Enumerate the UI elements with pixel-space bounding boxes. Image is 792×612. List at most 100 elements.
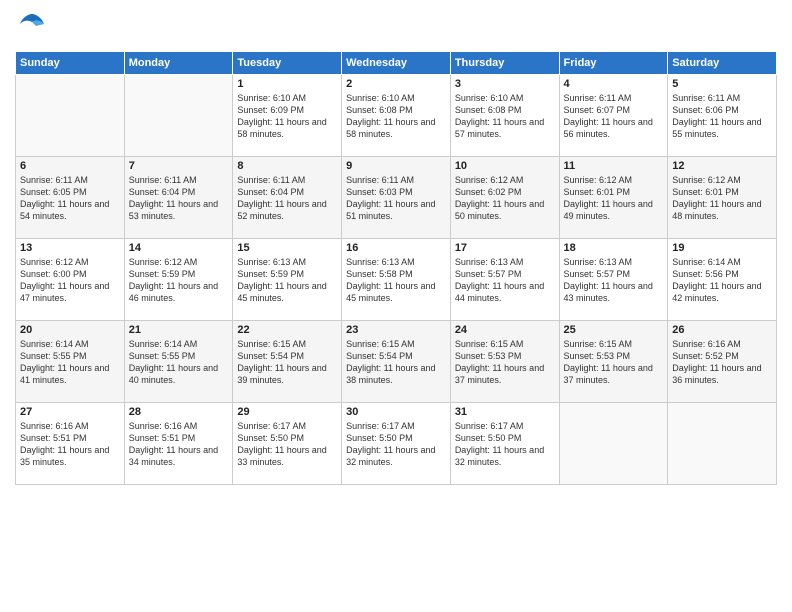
day-number: 29: [237, 406, 337, 418]
day-cell: 8 Sunrise: 6:11 AM Sunset: 6:04 PM Daylig…: [233, 157, 342, 239]
day-number: 14: [129, 242, 229, 254]
day-cell: 24Sunrise: 6:15 AM Sunset: 5:53 PM Dayli…: [450, 321, 559, 403]
day-cell: [124, 75, 233, 157]
day-number: 12: [672, 160, 772, 172]
day-info: Sunrise: 6:12 AM Sunset: 6:02 PM Dayligh…: [455, 174, 555, 223]
day-cell: 7 Sunrise: 6:11 AM Sunset: 6:04 PM Daylig…: [124, 157, 233, 239]
day-number: 19: [672, 242, 772, 254]
week-row-2: 6Sunrise: 6:11 AM Sunset: 6:05 PM Daylig…: [16, 157, 777, 239]
weekday-header-saturday: Saturday: [668, 52, 777, 75]
weekday-header-tuesday: Tuesday: [233, 52, 342, 75]
day-info: Sunrise: 6:15 AM Sunset: 5:54 PM Dayligh…: [346, 338, 446, 387]
day-info: Sunrise: 6:15 AM Sunset: 5:53 PM Dayligh…: [564, 338, 664, 387]
day-number: 20: [20, 324, 120, 336]
day-cell: 10 Sunrise: 6:12 AM Sunset: 6:02 PM Dayli…: [450, 157, 559, 239]
day-info: Sunrise: 6:17 AM Sunset: 5:50 PM Dayligh…: [346, 420, 446, 469]
day-cell: 1 Sunrise: 6:10 AM Sunset: 6:09 PM Daylig…: [233, 75, 342, 157]
weekday-header-sunday: Sunday: [16, 52, 125, 75]
day-cell: 15 Sunrise: 6:13 AM Sunset: 5:59 PM Dayli…: [233, 239, 342, 321]
day-cell: 27Sunrise: 6:16 AM Sunset: 5:51 PM Dayli…: [16, 403, 125, 485]
day-cell: 13Sunrise: 6:12 AM Sunset: 6:00 PM Dayli…: [16, 239, 125, 321]
day-cell: 9Sunrise: 6:11 AM Sunset: 6:03 PM Daylig…: [342, 157, 451, 239]
logo: [15, 10, 46, 43]
day-info: Sunrise: 6:12 AM Sunset: 6:01 PM Dayligh…: [672, 174, 772, 223]
day-cell: 25 Sunrise: 6:15 AM Sunset: 5:53 PM Dayli…: [559, 321, 668, 403]
weekday-header-thursday: Thursday: [450, 52, 559, 75]
day-info: Sunrise: 6:13 AM Sunset: 5:58 PM Dayligh…: [346, 256, 446, 305]
day-number: 2: [346, 78, 446, 90]
day-info: Sunrise: 6:10 AM Sunset: 6:08 PM Dayligh…: [346, 92, 446, 141]
day-number: 11: [564, 160, 664, 172]
day-cell: 19 Sunrise: 6:14 AM Sunset: 5:56 PM Dayli…: [668, 239, 777, 321]
day-cell: 26 Sunrise: 6:16 AM Sunset: 5:52 PM Dayli…: [668, 321, 777, 403]
week-row-5: 27Sunrise: 6:16 AM Sunset: 5:51 PM Dayli…: [16, 403, 777, 485]
day-number: 1: [237, 78, 337, 90]
day-info: Sunrise: 6:14 AM Sunset: 5:55 PM Dayligh…: [129, 338, 229, 387]
day-info: Sunrise: 6:11 AM Sunset: 6:04 PM Dayligh…: [129, 174, 229, 223]
day-cell: 20 Sunrise: 6:14 AM Sunset: 5:55 PM Dayli…: [16, 321, 125, 403]
logo-bird-icon: [18, 10, 46, 38]
day-number: 22: [237, 324, 337, 336]
day-number: 16: [346, 242, 446, 254]
day-info: Sunrise: 6:11 AM Sunset: 6:04 PM Dayligh…: [237, 174, 337, 223]
day-number: 6: [20, 160, 120, 172]
day-number: 31: [455, 406, 555, 418]
day-info: Sunrise: 6:16 AM Sunset: 5:52 PM Dayligh…: [672, 338, 772, 387]
day-number: 28: [129, 406, 229, 418]
day-number: 26: [672, 324, 772, 336]
page: SundayMondayTuesdayWednesdayThursdayFrid…: [0, 0, 792, 612]
logo-line1: [15, 10, 46, 43]
header: [15, 10, 777, 43]
day-cell: 6Sunrise: 6:11 AM Sunset: 6:05 PM Daylig…: [16, 157, 125, 239]
day-cell: 12 Sunrise: 6:12 AM Sunset: 6:01 PM Dayli…: [668, 157, 777, 239]
day-info: Sunrise: 6:13 AM Sunset: 5:59 PM Dayligh…: [237, 256, 337, 305]
day-info: Sunrise: 6:14 AM Sunset: 5:56 PM Dayligh…: [672, 256, 772, 305]
weekday-header-friday: Friday: [559, 52, 668, 75]
day-number: 4: [564, 78, 664, 90]
day-number: 24: [455, 324, 555, 336]
logo-text: [15, 10, 46, 43]
day-info: Sunrise: 6:10 AM Sunset: 6:09 PM Dayligh…: [237, 92, 337, 141]
week-row-1: 1 Sunrise: 6:10 AM Sunset: 6:09 PM Daylig…: [16, 75, 777, 157]
day-cell: 5Sunrise: 6:11 AM Sunset: 6:06 PM Daylig…: [668, 75, 777, 157]
day-number: 8: [237, 160, 337, 172]
day-info: Sunrise: 6:10 AM Sunset: 6:08 PM Dayligh…: [455, 92, 555, 141]
week-row-3: 13Sunrise: 6:12 AM Sunset: 6:00 PM Dayli…: [16, 239, 777, 321]
day-info: Sunrise: 6:11 AM Sunset: 6:07 PM Dayligh…: [564, 92, 664, 141]
day-number: 25: [564, 324, 664, 336]
day-cell: 4 Sunrise: 6:11 AM Sunset: 6:07 PM Daylig…: [559, 75, 668, 157]
day-cell: [16, 75, 125, 157]
day-info: Sunrise: 6:13 AM Sunset: 5:57 PM Dayligh…: [564, 256, 664, 305]
day-info: Sunrise: 6:14 AM Sunset: 5:55 PM Dayligh…: [20, 338, 120, 387]
day-cell: 3Sunrise: 6:10 AM Sunset: 6:08 PM Daylig…: [450, 75, 559, 157]
day-cell: 28 Sunrise: 6:16 AM Sunset: 5:51 PM Dayli…: [124, 403, 233, 485]
day-cell: 30 Sunrise: 6:17 AM Sunset: 5:50 PM Dayli…: [342, 403, 451, 485]
day-number: 30: [346, 406, 446, 418]
day-number: 10: [455, 160, 555, 172]
week-row-4: 20 Sunrise: 6:14 AM Sunset: 5:55 PM Dayli…: [16, 321, 777, 403]
day-cell: 11 Sunrise: 6:12 AM Sunset: 6:01 PM Dayli…: [559, 157, 668, 239]
day-cell: 14Sunrise: 6:12 AM Sunset: 5:59 PM Dayli…: [124, 239, 233, 321]
day-cell: 22 Sunrise: 6:15 AM Sunset: 5:54 PM Dayli…: [233, 321, 342, 403]
day-number: 7: [129, 160, 229, 172]
day-info: Sunrise: 6:16 AM Sunset: 5:51 PM Dayligh…: [129, 420, 229, 469]
day-number: 13: [20, 242, 120, 254]
weekday-header-wednesday: Wednesday: [342, 52, 451, 75]
day-info: Sunrise: 6:12 AM Sunset: 6:01 PM Dayligh…: [564, 174, 664, 223]
day-cell: 16 Sunrise: 6:13 AM Sunset: 5:58 PM Dayli…: [342, 239, 451, 321]
day-info: Sunrise: 6:16 AM Sunset: 5:51 PM Dayligh…: [20, 420, 120, 469]
day-cell: 31Sunrise: 6:17 AM Sunset: 5:50 PM Dayli…: [450, 403, 559, 485]
calendar-table: SundayMondayTuesdayWednesdayThursdayFrid…: [15, 51, 777, 485]
day-info: Sunrise: 6:13 AM Sunset: 5:57 PM Dayligh…: [455, 256, 555, 305]
day-info: Sunrise: 6:15 AM Sunset: 5:54 PM Dayligh…: [237, 338, 337, 387]
day-cell: [668, 403, 777, 485]
day-info: Sunrise: 6:11 AM Sunset: 6:03 PM Dayligh…: [346, 174, 446, 223]
day-number: 17: [455, 242, 555, 254]
day-number: 15: [237, 242, 337, 254]
day-cell: 2 Sunrise: 6:10 AM Sunset: 6:08 PM Daylig…: [342, 75, 451, 157]
day-number: 5: [672, 78, 772, 90]
day-number: 23: [346, 324, 446, 336]
weekday-header-monday: Monday: [124, 52, 233, 75]
day-cell: 23 Sunrise: 6:15 AM Sunset: 5:54 PM Dayli…: [342, 321, 451, 403]
day-cell: [559, 403, 668, 485]
